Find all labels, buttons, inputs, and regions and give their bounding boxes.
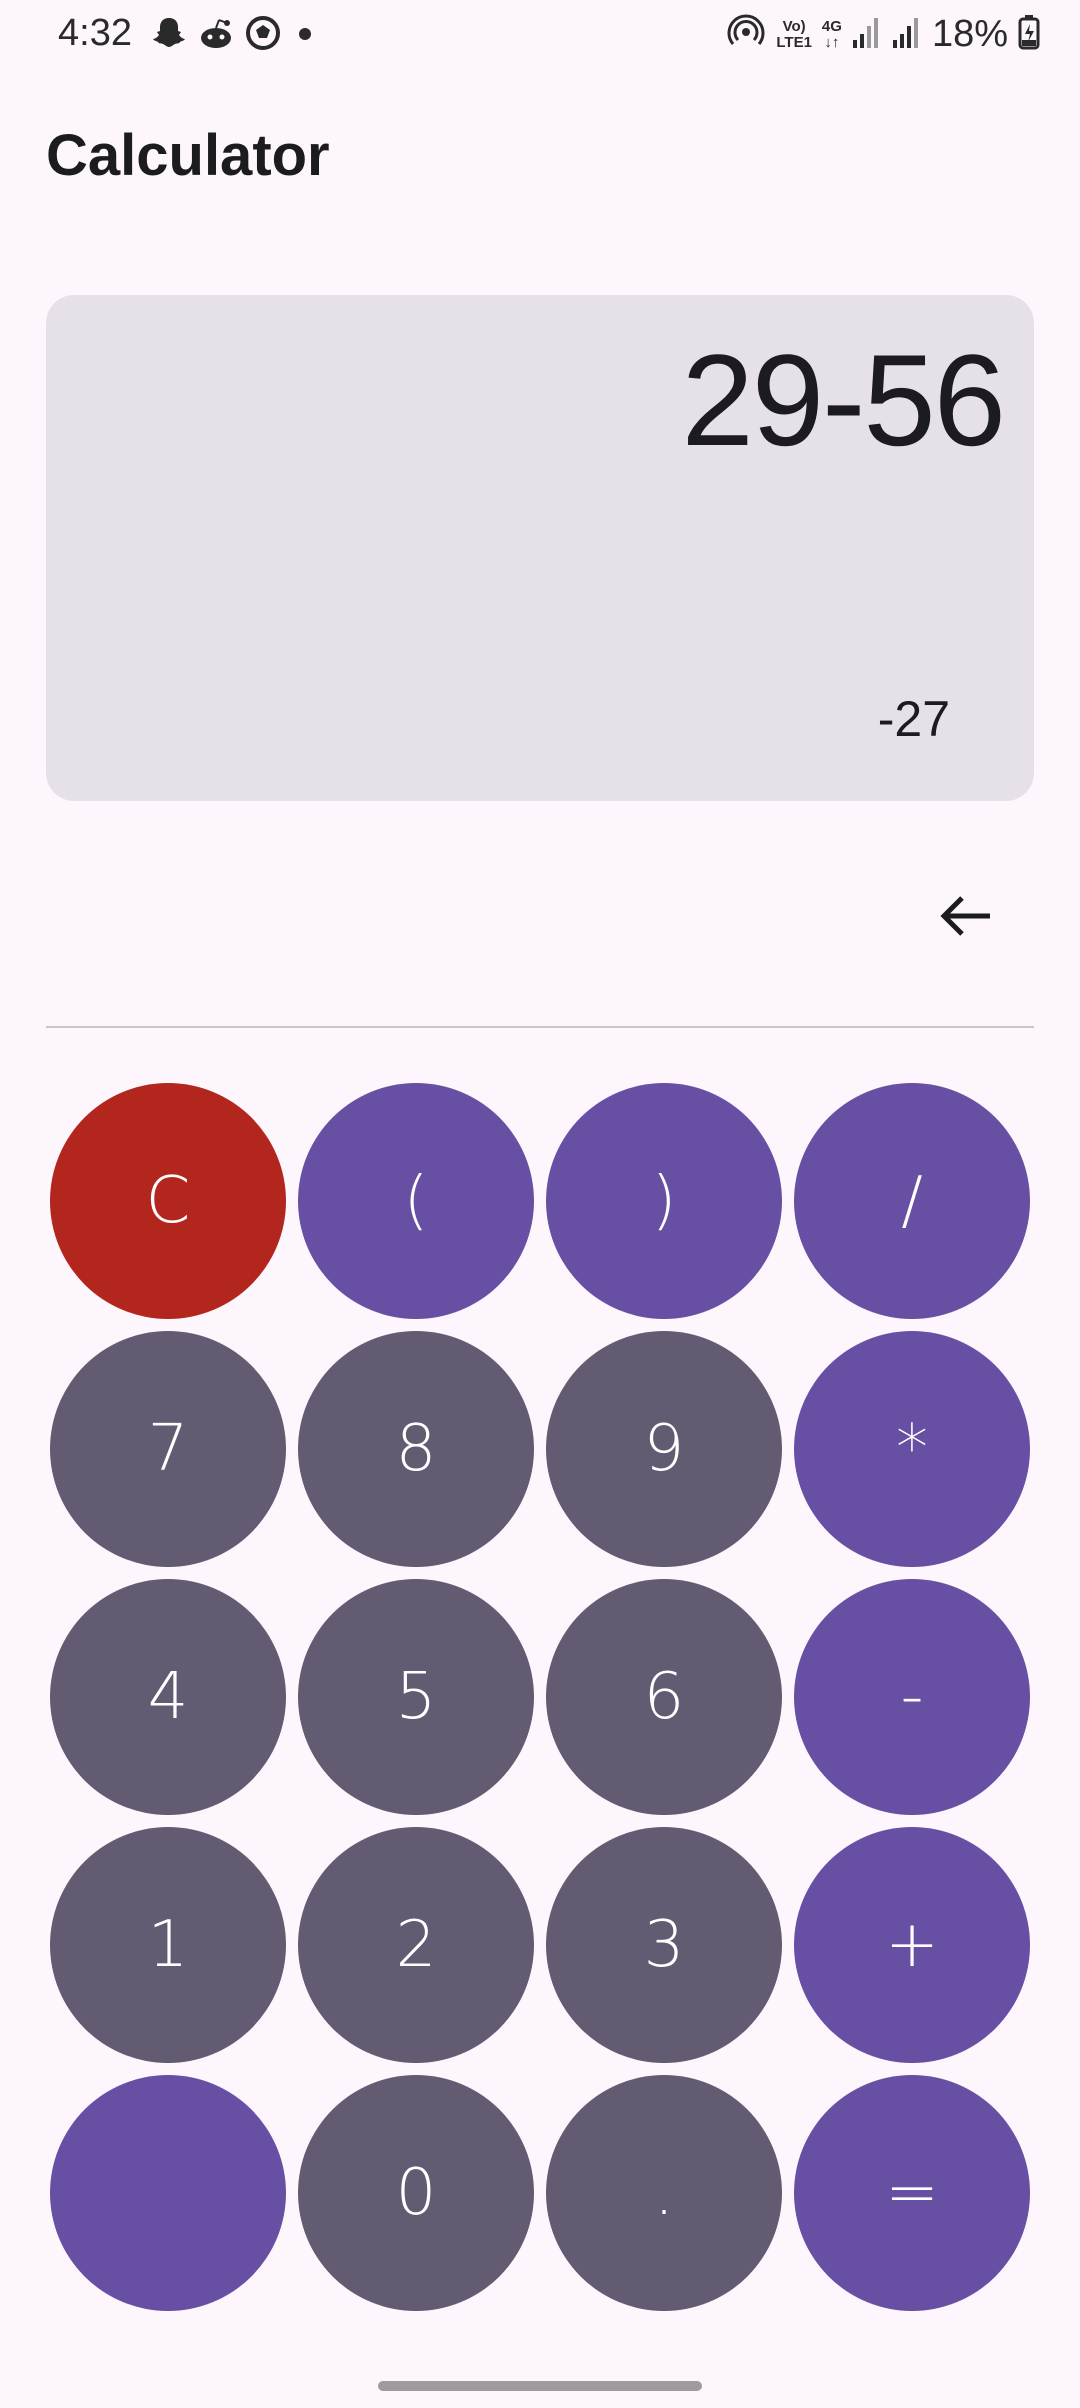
add-button[interactable]: + [794, 1827, 1030, 2063]
digit-2-button[interactable]: 2 [298, 1827, 534, 2063]
blank-button[interactable] [50, 2075, 286, 2311]
snapchat-icon [150, 14, 188, 57]
network-type-indicator: 4G ↓↑ [821, 17, 842, 51]
divide-button[interactable]: / [794, 1083, 1030, 1319]
digit-1-button[interactable]: 1 [50, 1827, 286, 2063]
multiply-button[interactable]: * [794, 1331, 1030, 1567]
soccer-ball-icon [244, 14, 282, 57]
volte-indicator: Vo) LTE1 [776, 17, 812, 51]
digit-3-button[interactable]: 3 [546, 1827, 782, 2063]
digit-9-button[interactable]: 9 [546, 1331, 782, 1567]
system-status: Vo) LTE1 4G ↓↑ 18% [726, 12, 1040, 57]
battery-charging-icon [1018, 14, 1040, 55]
digit-7-button[interactable]: 7 [50, 1331, 286, 1567]
volte-label: Vo) [782, 17, 806, 35]
digit-8-button[interactable]: 8 [298, 1331, 534, 1567]
hotspot-icon [726, 12, 766, 57]
subtract-button[interactable]: - [794, 1579, 1030, 1815]
decimal-button[interactable]: . [546, 2075, 782, 2311]
status-time: 4:32 [58, 12, 132, 54]
clear-button[interactable]: C [50, 1083, 286, 1319]
digit-5-button[interactable]: 5 [298, 1579, 534, 1815]
reddit-icon [196, 14, 236, 57]
network-type-label: 4G [821, 17, 842, 35]
page-title: Calculator [46, 123, 330, 188]
signal-icon [852, 14, 882, 55]
digit-4-button[interactable]: 4 [50, 1579, 286, 1815]
open-paren-button[interactable]: ( [298, 1083, 534, 1319]
digit-0-button[interactable]: 0 [298, 2075, 534, 2311]
status-bar: 4:32 Vo) LTE1 4G ↓↑ 18% [0, 0, 1080, 70]
data-arrows-icon: ↓↑ [824, 33, 840, 51]
divider [46, 1026, 1034, 1028]
calculator-display: 29-56 -27 [46, 295, 1034, 801]
equals-button[interactable]: = [794, 2075, 1030, 2311]
signal-icon [892, 14, 922, 55]
battery-percent: 18% [931, 13, 1008, 55]
backspace-button[interactable] [934, 884, 998, 948]
backspace-arrow-icon [940, 896, 990, 936]
home-indicator[interactable] [378, 2381, 702, 2391]
dot-icon [290, 14, 320, 57]
result-text: -27 [877, 691, 950, 747]
lte-label: LTE1 [776, 33, 812, 51]
expression-text: 29-56 [681, 327, 1006, 473]
notification-icons [150, 14, 320, 57]
close-paren-button[interactable]: ) [546, 1083, 782, 1319]
digit-6-button[interactable]: 6 [546, 1579, 782, 1815]
